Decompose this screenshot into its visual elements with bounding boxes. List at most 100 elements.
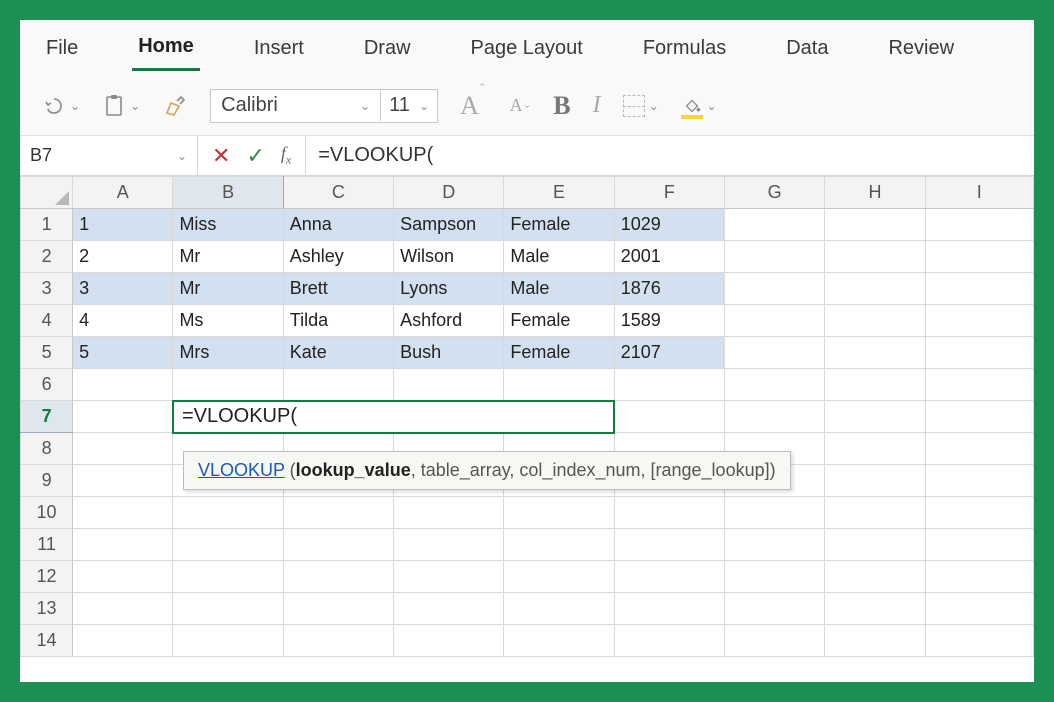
cell[interactable] [73, 497, 173, 529]
cell[interactable] [173, 625, 283, 657]
cell[interactable] [725, 561, 825, 593]
cell[interactable] [825, 305, 925, 337]
cell[interactable] [825, 465, 925, 497]
col-header-E[interactable]: E [504, 177, 614, 209]
cell[interactable] [925, 209, 1033, 241]
cell[interactable] [925, 433, 1033, 465]
cell[interactable] [173, 561, 283, 593]
cell[interactable] [825, 209, 925, 241]
cell[interactable] [394, 593, 504, 625]
cell[interactable]: Female [504, 337, 614, 369]
col-header-I[interactable]: I [925, 177, 1033, 209]
cell[interactable] [73, 401, 173, 433]
cell[interactable] [925, 529, 1033, 561]
cell[interactable] [394, 561, 504, 593]
cell[interactable] [725, 529, 825, 561]
cell[interactable]: Lyons [394, 273, 504, 305]
cell[interactable] [825, 337, 925, 369]
cell[interactable] [173, 529, 283, 561]
cell[interactable] [925, 305, 1033, 337]
borders-button[interactable]: ⌄ [623, 95, 659, 117]
select-all-triangle[interactable] [21, 177, 73, 209]
tab-insert[interactable]: Insert [248, 27, 310, 70]
cell[interactable] [504, 497, 614, 529]
cell[interactable] [73, 465, 173, 497]
cell[interactable]: Ashford [394, 305, 504, 337]
tab-home[interactable]: Home [132, 25, 200, 71]
font-selector[interactable]: Calibri ⌄ 11 ⌄ [210, 89, 438, 123]
cell[interactable]: 1 [73, 209, 173, 241]
cell[interactable] [825, 273, 925, 305]
col-header-D[interactable]: D [394, 177, 504, 209]
cell[interactable]: 3 [73, 273, 173, 305]
row-header[interactable]: 1 [21, 209, 73, 241]
cell[interactable] [725, 241, 825, 273]
cell[interactable]: Bush [394, 337, 504, 369]
cell[interactable] [825, 561, 925, 593]
cell[interactable] [725, 337, 825, 369]
cell[interactable] [283, 593, 393, 625]
cell[interactable] [173, 369, 283, 401]
cell[interactable] [925, 465, 1033, 497]
row-header[interactable]: 8 [21, 433, 73, 465]
cell[interactable] [925, 561, 1033, 593]
col-header-G[interactable]: G [725, 177, 825, 209]
cell[interactable] [925, 369, 1033, 401]
cell[interactable] [825, 529, 925, 561]
cell[interactable] [504, 369, 614, 401]
row-header[interactable]: 9 [21, 465, 73, 497]
cell[interactable] [725, 209, 825, 241]
cell[interactable]: 1876 [614, 273, 724, 305]
fill-color-button[interactable]: ⌄ [681, 95, 717, 117]
cell[interactable] [614, 529, 724, 561]
bold-button[interactable]: B [553, 91, 570, 121]
cell[interactable]: 4 [73, 305, 173, 337]
cell[interactable] [394, 529, 504, 561]
cancel-icon[interactable]: ✕ [212, 143, 230, 169]
cell[interactable] [614, 561, 724, 593]
cell[interactable] [614, 497, 724, 529]
col-header-H[interactable]: H [825, 177, 925, 209]
cell[interactable] [925, 593, 1033, 625]
enter-icon[interactable]: ✓ [246, 143, 264, 169]
cell[interactable] [614, 369, 724, 401]
format-painter-button[interactable] [162, 93, 188, 119]
tab-formulas[interactable]: Formulas [637, 27, 732, 70]
cell[interactable]: Ms [173, 305, 283, 337]
name-box[interactable]: B7 ⌄ [20, 136, 198, 175]
font-name-dropdown[interactable]: Calibri ⌄ [211, 90, 381, 121]
formula-input[interactable]: =VLOOKUP( [306, 136, 1034, 175]
tab-page-layout[interactable]: Page Layout [465, 27, 589, 70]
cell[interactable] [825, 401, 925, 433]
tab-review[interactable]: Review [882, 27, 960, 70]
cell[interactable] [825, 241, 925, 273]
cell[interactable]: 1589 [614, 305, 724, 337]
cell[interactable] [173, 593, 283, 625]
row-header[interactable]: 2 [21, 241, 73, 273]
cell[interactable] [173, 497, 283, 529]
row-header[interactable]: 10 [21, 497, 73, 529]
cell[interactable]: Anna [283, 209, 393, 241]
cell[interactable] [394, 497, 504, 529]
undo-button[interactable]: ⌄ [42, 94, 80, 118]
cell[interactable] [725, 369, 825, 401]
font-size-dropdown[interactable]: 11 ⌄ [381, 90, 437, 121]
row-header[interactable]: 5 [21, 337, 73, 369]
col-header-F[interactable]: F [614, 177, 724, 209]
row-header[interactable]: 12 [21, 561, 73, 593]
cell[interactable] [825, 593, 925, 625]
cell[interactable] [725, 593, 825, 625]
cell[interactable] [73, 529, 173, 561]
cell[interactable] [725, 305, 825, 337]
cell[interactable] [504, 625, 614, 657]
cell[interactable]: 5 [73, 337, 173, 369]
cell[interactable] [283, 529, 393, 561]
cell[interactable]: Male [504, 273, 614, 305]
row-header[interactable]: 13 [21, 593, 73, 625]
cell[interactable] [825, 433, 925, 465]
paste-button[interactable]: ⌄ [102, 93, 140, 119]
cell[interactable] [725, 625, 825, 657]
row-header[interactable]: 11 [21, 529, 73, 561]
cell[interactable] [825, 625, 925, 657]
cell[interactable] [925, 401, 1033, 433]
